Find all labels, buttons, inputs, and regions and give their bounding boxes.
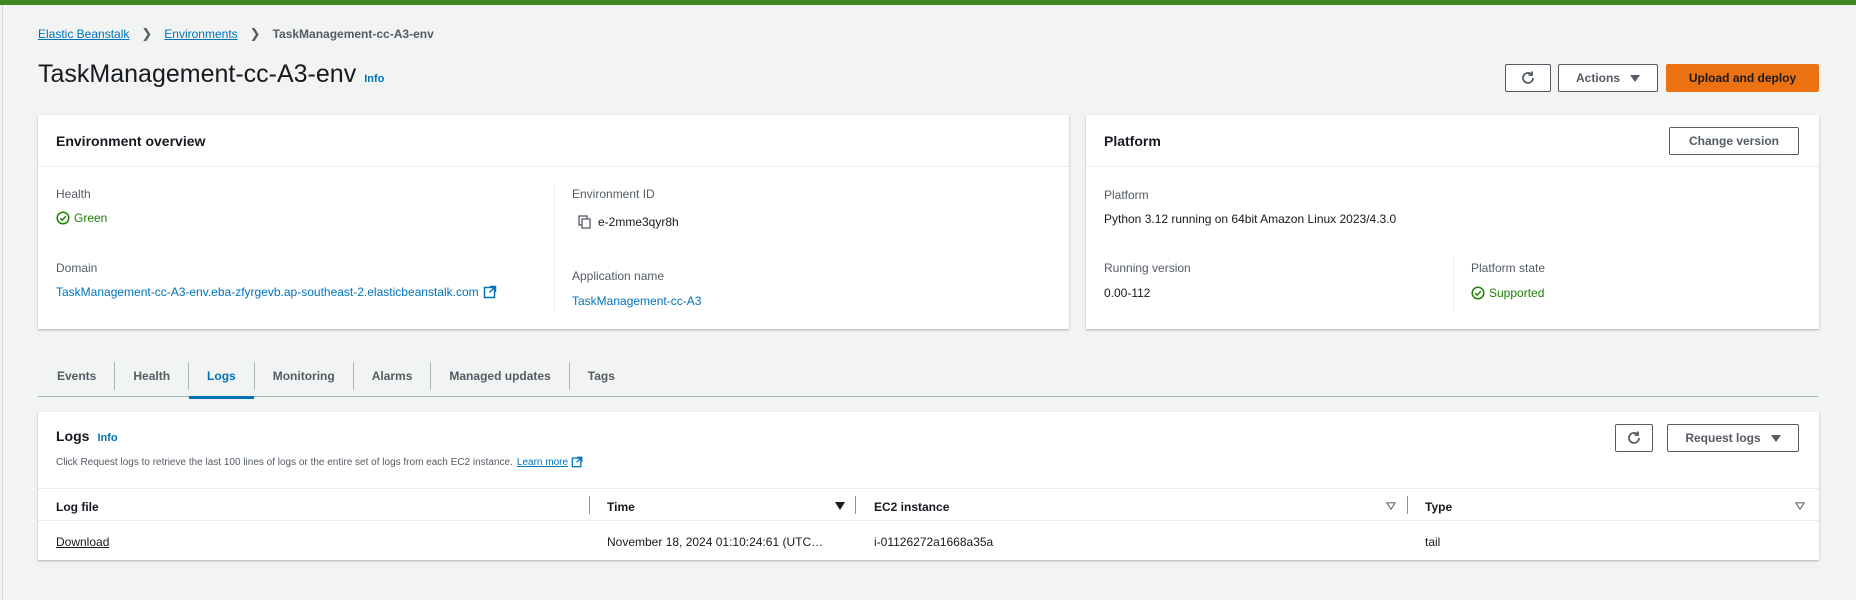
logs-title: Logs	[56, 428, 90, 444]
environment-id-label: Environment ID	[572, 187, 655, 201]
tab-logs[interactable]: Logs	[188, 361, 254, 399]
table-header-border	[38, 520, 1819, 521]
environment-id-text: e-2mme3qyr8h	[598, 215, 679, 229]
application-name-label: Application name	[572, 269, 665, 283]
actions-button-label: Actions	[1575, 71, 1620, 85]
external-link-icon	[483, 285, 496, 299]
logs-info-link[interactable]: Info	[97, 432, 117, 444]
chevron-right-icon: ❯	[141, 26, 153, 41]
tab-health[interactable]: Health	[114, 361, 188, 390]
copy-icon[interactable]	[578, 215, 592, 229]
tab-managed-updates[interactable]: Managed updates	[430, 361, 568, 390]
left-edge-divider	[2, 5, 3, 600]
request-logs-button[interactable]: Request logs	[1667, 424, 1799, 452]
health-label: Health	[56, 187, 91, 201]
log-ec2-instance-cell: i-01126272a1668a35a	[874, 535, 994, 549]
logs-title-row: Logs Info	[56, 428, 118, 444]
learn-more-link[interactable]: Learn more	[517, 457, 568, 468]
platform-state-value: Supported	[1471, 286, 1544, 300]
breadcrumb-current: TaskManagement-cc-A3-env	[272, 27, 434, 41]
domain-label: Domain	[56, 261, 98, 275]
change-version-button[interactable]: Change version	[1669, 127, 1799, 155]
platform-value: Python 3.12 running on 64bit Amazon Linu…	[1104, 212, 1397, 226]
platform-state-text: Supported	[1489, 286, 1545, 300]
platform-card: Platform Change version Platform Python …	[1086, 115, 1819, 329]
platform-state-label: Platform state	[1471, 261, 1546, 275]
info-link[interactable]: Info	[364, 73, 384, 85]
upload-and-deploy-label: Upload and deploy	[1688, 71, 1797, 85]
check-circle-icon	[1471, 286, 1485, 300]
column-header-type[interactable]: Type	[1425, 500, 1452, 514]
logs-description-text: Click Request logs to retrieve the last …	[56, 456, 513, 468]
logs-description: Click Request logs to retrieve the last …	[56, 456, 583, 468]
column-header-ec2-instance[interactable]: EC2 instance	[874, 500, 949, 514]
health-value-text: Green	[74, 211, 108, 225]
upload-and-deploy-button[interactable]: Upload and deploy	[1666, 64, 1819, 92]
tab-tags[interactable]: Tags	[568, 361, 633, 390]
tab-events[interactable]: Events	[38, 362, 114, 390]
actions-button[interactable]: Actions	[1558, 64, 1658, 92]
overview-column-divider	[554, 185, 555, 311]
page-title-row: TaskManagement-cc-A3-env Info	[38, 60, 384, 89]
change-version-label: Change version	[1688, 134, 1780, 148]
chevron-right-icon: ❯	[249, 26, 261, 41]
refresh-button[interactable]	[1505, 64, 1551, 92]
caret-down-icon	[1630, 74, 1640, 82]
top-accent-bar	[0, 0, 1856, 5]
check-circle-icon	[56, 211, 70, 225]
health-value: Green	[56, 211, 107, 225]
environment-overview-header: Environment overview	[38, 115, 1069, 167]
caret-down-icon	[1770, 434, 1781, 442]
column-divider	[1407, 496, 1408, 514]
page-title: TaskManagement-cc-A3-env	[38, 60, 357, 88]
request-logs-label: Request logs	[1685, 431, 1761, 445]
column-header-log-file[interactable]: Log file	[56, 500, 99, 514]
breadcrumb-environments[interactable]: Environments	[164, 27, 237, 41]
column-divider	[855, 496, 856, 514]
logs-refresh-button[interactable]	[1615, 424, 1653, 452]
breadcrumb-elastic-beanstalk[interactable]: Elastic Beanstalk	[38, 27, 129, 41]
log-time-cell: November 18, 2024 01:10:24:61 (UTC…	[607, 535, 824, 549]
tab-alarms[interactable]: Alarms	[352, 361, 431, 390]
running-version-label: Running version	[1104, 261, 1191, 275]
external-link-icon	[571, 456, 583, 468]
breadcrumb: Elastic Beanstalk ❯ Environments ❯ TaskM…	[38, 26, 434, 42]
sort-icon[interactable]	[1386, 502, 1396, 510]
refresh-icon	[1522, 71, 1534, 84]
running-version-value: 0.00-112	[1104, 286, 1151, 300]
environment-tabs: Events Health Logs Monitoring Alarms Man…	[38, 355, 1818, 399]
sort-icon[interactable]	[1795, 502, 1805, 510]
tab-monitoring[interactable]: Monitoring	[253, 361, 353, 390]
log-type-cell: tail	[1425, 535, 1441, 549]
platform-label: Platform	[1104, 188, 1149, 202]
column-divider	[589, 496, 590, 514]
environment-id-value: e-2mme3qyr8h	[578, 215, 679, 229]
column-header-time[interactable]: Time	[607, 500, 635, 514]
domain-link[interactable]: TaskManagement-cc-A3-env.eba-zfyrgevb.ap…	[56, 285, 497, 299]
application-name-link[interactable]: TaskManagement-cc-A3	[572, 294, 701, 308]
download-log-link[interactable]: Download	[56, 535, 109, 549]
table-top-border	[38, 488, 1819, 489]
domain-link-text: TaskManagement-cc-A3-env.eba-zfyrgevb.ap…	[56, 285, 479, 299]
refresh-icon	[1628, 431, 1640, 444]
platform-column-divider	[1453, 257, 1454, 311]
sort-descending-icon[interactable]	[835, 502, 845, 510]
environment-overview-card: Environment overview Health Green Domain…	[38, 115, 1069, 329]
